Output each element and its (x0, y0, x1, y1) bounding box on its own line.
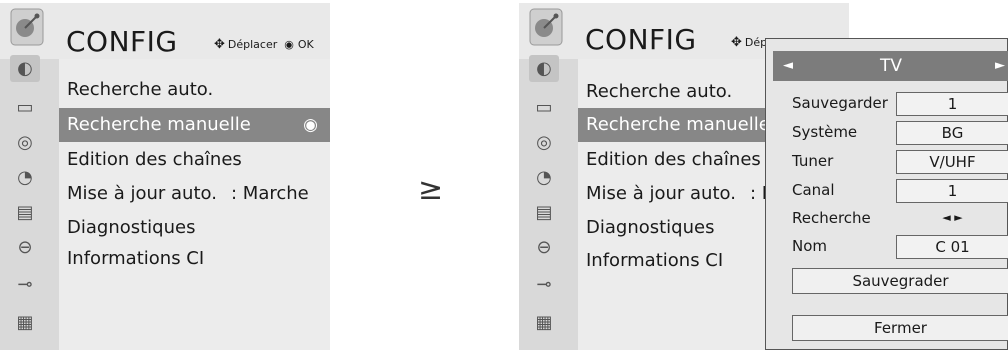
close-button[interactable]: Fermer (792, 315, 1008, 341)
menu-item-label: Recherche manuelle (586, 114, 770, 135)
image-icon[interactable]: ▦ (529, 309, 559, 336)
menu-item-edition-chaines[interactable]: Edition des chaînes (59, 143, 330, 177)
menu-item-label: Mise à jour auto. (67, 183, 217, 204)
setup-logo-icon (10, 8, 44, 46)
field-label: Tuner (792, 152, 834, 170)
setup-logo-icon (529, 8, 563, 46)
menu-list: Recherche auto. Recherche manuelle ◉ Edit… (59, 59, 330, 350)
manual-search-dialog: ◄ TV ► Sauvegarder 1 Système BG Tuner V/… (765, 38, 1008, 350)
canal-field[interactable]: 1 (896, 179, 1008, 203)
field-label: Système (792, 123, 858, 141)
navigation-hint: ✥ Déplacer ◉ OK (214, 37, 314, 52)
source-label: TV (879, 56, 902, 76)
lock-icon[interactable]: ⊖ (10, 234, 40, 261)
menu-item-label: Diagnostiques (586, 217, 715, 238)
lock-icon[interactable]: ⊖ (529, 234, 559, 261)
category-sidebar: ◐ ▭ ◎ ◔ ▤ ⊖ ⊸ ▦ (0, 55, 59, 350)
field-systeme: Système BG (792, 121, 1008, 145)
field-label: Recherche (792, 209, 871, 227)
menu-title: CONFIG (585, 23, 697, 56)
systeme-field[interactable]: BG (896, 121, 1008, 145)
menu-item-diagnostiques[interactable]: Diagnostiques (59, 211, 330, 245)
move-arrows-icon: ✥ (214, 37, 225, 52)
ok-dot-icon: ◉ (303, 115, 318, 135)
satellite-dish-icon[interactable]: ◐ (10, 55, 40, 82)
menu-item-label: Diagnostiques (67, 217, 196, 238)
document-icon[interactable]: ▤ (10, 199, 40, 226)
field-sauvegarder: Sauvegarder 1 (792, 92, 1008, 116)
tuner-field[interactable]: V/UHF (896, 150, 1008, 174)
field-recherche: Recherche ◄ ► (792, 207, 1008, 231)
clock-icon[interactable]: ◔ (10, 164, 40, 191)
menu-title: CONFIG (66, 25, 178, 58)
menu-item-label: Edition des chaînes (67, 149, 242, 170)
field-canal: Canal 1 (792, 179, 1008, 203)
move-arrows-icon: ✥ (731, 35, 742, 50)
document-icon[interactable]: ▤ (529, 199, 559, 226)
ok-hint-label: OK (297, 38, 314, 51)
search-arrows-icon[interactable]: ◄ ► (896, 211, 1008, 224)
menu-item-label: Recherche auto. (67, 79, 214, 100)
plug-icon[interactable]: ⊸ (529, 271, 559, 298)
menu-item-label: Informations CI (586, 250, 724, 271)
sauvegarder-field[interactable]: 1 (896, 92, 1008, 116)
right-arrow-icon[interactable]: ► (995, 51, 1005, 81)
step-arrow-icon: ≥ (418, 172, 444, 207)
menu-header: CONFIG ✥ Déplacer ◉ OK (0, 3, 330, 59)
menu-item-label: Edition des chaînes (586, 149, 761, 170)
menu-item-label: Mise à jour auto. (586, 183, 736, 204)
save-button[interactable]: Sauvegrader (792, 268, 1008, 294)
field-label: Nom (792, 237, 828, 255)
category-sidebar: ◐ ▭ ◎ ◔ ▤ ⊖ ⊸ ▦ (519, 55, 578, 350)
menu-item-label: Recherche auto. (586, 81, 733, 102)
menu-item-label: Recherche manuelle (67, 114, 251, 135)
field-label: Sauvegarder (792, 94, 888, 112)
image-icon[interactable]: ▦ (10, 309, 40, 336)
menu-item-recherche-auto[interactable]: Recherche auto. (59, 73, 330, 107)
satellite-dish-icon[interactable]: ◐ (529, 55, 559, 82)
monitor-icon[interactable]: ▭ (529, 94, 559, 121)
source-selector[interactable]: ◄ TV ► (773, 51, 1008, 81)
config-menu-left: CONFIG ✥ Déplacer ◉ OK ◐ ▭ ◎ ◔ ▤ ⊖ ⊸ ▦ Rech… (0, 3, 330, 350)
clock-icon[interactable]: ◔ (529, 164, 559, 191)
field-nom: Nom C 01 (792, 235, 1008, 259)
menu-item-recherche-manuelle[interactable]: Recherche manuelle ◉ (59, 108, 330, 142)
field-tuner: Tuner V/UHF (792, 150, 1008, 174)
field-label: Canal (792, 181, 835, 199)
plug-icon[interactable]: ⊸ (10, 271, 40, 298)
nom-field[interactable]: C 01 (896, 235, 1008, 259)
monitor-icon[interactable]: ▭ (10, 94, 40, 121)
speaker-icon[interactable]: ◎ (529, 129, 559, 156)
menu-item-label: Informations CI (67, 248, 205, 269)
menu-item-mise-a-jour-auto[interactable]: Mise à jour auto. : Marche (59, 177, 330, 211)
move-hint-label: Déplacer (227, 38, 278, 51)
ok-dot-icon: ◉ (284, 38, 294, 51)
menu-item-value: : Marche (231, 183, 309, 204)
menu-item-informations-ci[interactable]: Informations CI (59, 242, 330, 276)
speaker-icon[interactable]: ◎ (10, 129, 40, 156)
